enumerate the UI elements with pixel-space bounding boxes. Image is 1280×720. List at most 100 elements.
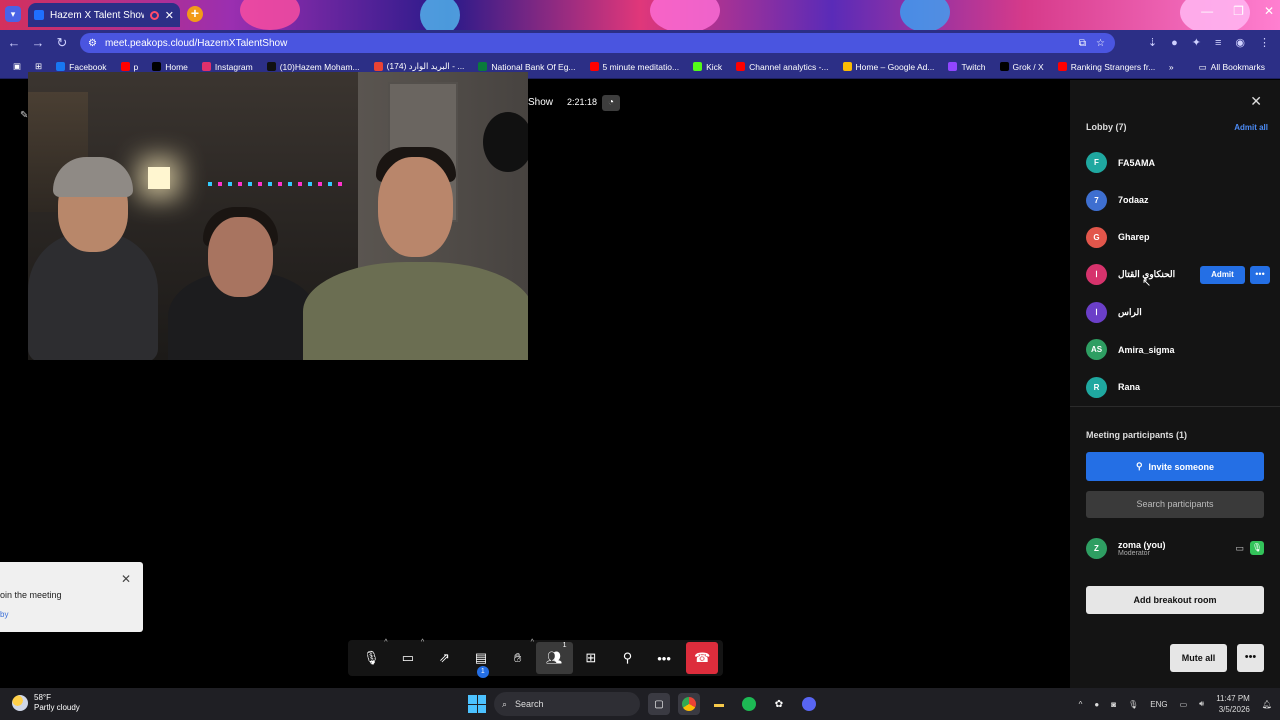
lobby-participant-name: Rana — [1118, 382, 1141, 393]
participant-video[interactable] — [28, 72, 528, 360]
bookmark-item[interactable]: Ranking Strangers fr... — [1051, 61, 1163, 72]
camera-icon: ▭ — [401, 650, 415, 665]
language-indicator[interactable]: ENG — [1150, 700, 1167, 709]
add-breakout-room-button[interactable]: Add breakout room — [1086, 586, 1264, 614]
apps-grid-icon[interactable]: ⊞ — [28, 61, 49, 72]
taskbar-search[interactable]: ⌕ Search — [494, 692, 640, 716]
admit-button[interactable]: Admit — [1200, 265, 1245, 284]
back-icon[interactable]: ← — [2, 35, 26, 50]
site-info-icon[interactable]: ⚙ — [88, 38, 97, 49]
lobby-row[interactable]: R Rana — [1070, 368, 1280, 405]
bookmark-item[interactable]: Twitch — [941, 61, 992, 72]
leave-meeting-button[interactable]: ☎︎ — [686, 642, 718, 674]
meeting-title: Show — [528, 97, 554, 108]
tab-active[interactable]: Hazem X Talent Show | Jitsi ✕ — [28, 3, 180, 27]
avatar: ا — [1086, 301, 1107, 323]
reactions-options-icon[interactable]: ^ — [531, 639, 534, 646]
tile-view-button[interactable]: ⊞ — [573, 642, 610, 674]
browser-menu-icon[interactable]: ⋮ — [1259, 36, 1270, 49]
minimize-icon[interactable]: — — [1201, 4, 1213, 18]
search-icon: ⌕ — [502, 698, 508, 709]
participants-button[interactable]: 👥︎ 1 — [535, 642, 573, 674]
network-icon[interactable]: ▭ — [1180, 700, 1188, 709]
lobby-row[interactable]: 7 7odaaz — [1070, 181, 1280, 218]
bookmark-item[interactable]: Channel analytics -... — [729, 61, 835, 72]
notification-close-icon[interactable]: ✕ — [121, 572, 131, 586]
volume-icon[interactable]: 🔊︎ — [1199, 699, 1204, 709]
extension-download-icon[interactable]: ⇣ — [1148, 36, 1157, 49]
more-bookmarks-icon[interactable]: » — [1169, 62, 1174, 72]
mic-options-icon[interactable]: ^ — [384, 639, 387, 646]
avatar: G — [1086, 226, 1107, 248]
all-bookmarks[interactable]: ▭ All Bookmarks — [1192, 62, 1272, 73]
extensions-puzzle-icon[interactable]: ✦ — [1192, 36, 1201, 49]
bookmark-favicon-icon — [120, 62, 130, 71]
tab-search-icon[interactable]: ▾ — [5, 6, 21, 22]
invite-someone-button[interactable]: ⚲ Invite someone — [1086, 452, 1264, 481]
file-explorer-icon[interactable]: ▬ — [708, 693, 730, 715]
tray-app-icon[interactable]: ● — [1094, 700, 1099, 709]
notification-link[interactable]: by — [0, 610, 8, 619]
bookmark-item[interactable]: p — [114, 61, 146, 72]
lobby-more-options-button[interactable]: ••• — [1250, 265, 1270, 284]
connection-gauge-icon[interactable]: ◔ — [602, 95, 620, 111]
bookmark-star-icon[interactable]: ☆ — [1096, 38, 1105, 49]
reload-icon[interactable]: ↻ — [50, 35, 74, 51]
mute-all-button[interactable]: Mute all — [1170, 644, 1227, 672]
extension-circle-icon[interactable]: ● — [1171, 37, 1178, 49]
tray-overflow-icon[interactable]: ^ — [1079, 700, 1083, 709]
cast-icon[interactable]: ⧉ — [1079, 38, 1086, 49]
bookmark-item[interactable]: Facebook — [49, 61, 113, 72]
bookmark-item[interactable]: 5 minute meditatio... — [583, 61, 687, 72]
lobby-participant-name: الراس — [1118, 306, 1142, 317]
notifications-icon[interactable]: 🔔︎ — [1262, 700, 1272, 709]
more-actions-button[interactable]: ••• — [646, 642, 683, 674]
window-close-icon[interactable]: ✕ — [1264, 4, 1274, 18]
chat-button[interactable]: ▤ 1 — [463, 642, 500, 678]
chrome-icon[interactable] — [678, 693, 700, 715]
admit-all-button[interactable]: Admit all — [1234, 123, 1268, 132]
search-participants-input[interactable]: Search participants — [1086, 491, 1264, 518]
new-tab-button[interactable]: + — [187, 6, 203, 22]
weather-widget[interactable]: 58°F Partly cloudy — [12, 693, 80, 713]
bookmark-item[interactable]: National Bank Of Eg... — [471, 61, 582, 72]
lobby-list: F FA5AMA 7 7odaaz G Gharep ا الحنكاوي القتال Adm… — [1070, 144, 1280, 406]
camera-button[interactable]: ▭ ^ — [390, 639, 427, 674]
bookmark-item[interactable]: Home — [145, 61, 195, 72]
tab-close-icon[interactable]: ✕ — [165, 9, 174, 22]
participant-row-self[interactable]: Z zoma (you) Moderator ▭ 🎙︎ — [1086, 535, 1264, 561]
bookmark-item[interactable]: Grok / X — [993, 61, 1051, 72]
bookmark-item[interactable]: Instagram — [195, 61, 260, 72]
lobby-row[interactable]: G Gharep — [1070, 219, 1280, 256]
lobby-row[interactable]: AS Amira_sigma — [1070, 331, 1280, 368]
lobby-row[interactable]: ا الراس — [1070, 294, 1280, 331]
bookmark-item[interactable]: Home – Google Ad... — [836, 61, 942, 72]
panel-close-icon[interactable]: ✕ — [1250, 93, 1262, 110]
microphone-button[interactable]: 🎙︎ ^ — [353, 639, 390, 674]
discord-icon[interactable] — [798, 693, 820, 715]
lobby-row[interactable]: ا الحنكاوي القتال Admit ••• ↖ — [1070, 256, 1280, 293]
task-view-icon[interactable]: ▢ — [648, 693, 670, 715]
reading-list-icon[interactable]: ≡ — [1215, 37, 1221, 49]
forward-icon[interactable]: → — [26, 35, 50, 50]
lobby-row[interactable]: F FA5AMA — [1070, 144, 1280, 181]
sidebar-toggle-icon[interactable]: ▣ — [6, 61, 28, 72]
raise-hand-button[interactable]: ✋︎ ^ — [499, 639, 536, 674]
panel-more-options-button[interactable]: ••• — [1237, 644, 1264, 672]
bookmark-item[interactable]: (174) البريد الوارد - ... — [367, 61, 472, 72]
tray-discord-icon[interactable]: ◙ — [1111, 700, 1116, 709]
maximize-icon[interactable]: ❐ — [1233, 4, 1244, 18]
camera-options-icon[interactable]: ^ — [421, 639, 424, 646]
screenshare-button[interactable]: ⇗ — [426, 642, 463, 674]
invite-button[interactable]: ⚲ — [609, 642, 646, 674]
url-field[interactable]: ⚙ meet.peakops.cloud/HazemXTalentShow ⧉ … — [80, 33, 1115, 53]
bookmark-item[interactable]: (10)Hazem Moham... — [260, 61, 367, 72]
clock[interactable]: 11:47 PM 3/5/2026 — [1216, 693, 1250, 715]
start-icon[interactable] — [468, 695, 486, 713]
bookmark-favicon-icon — [693, 62, 703, 71]
tray-mic-icon[interactable]: 🎙︎ — [1128, 700, 1138, 709]
app-icon[interactable]: ✿ — [768, 693, 790, 715]
profile-avatar[interactable]: ◉ — [1235, 36, 1245, 49]
bookmark-item[interactable]: Kick — [686, 61, 729, 72]
spotify-icon[interactable] — [738, 693, 760, 715]
